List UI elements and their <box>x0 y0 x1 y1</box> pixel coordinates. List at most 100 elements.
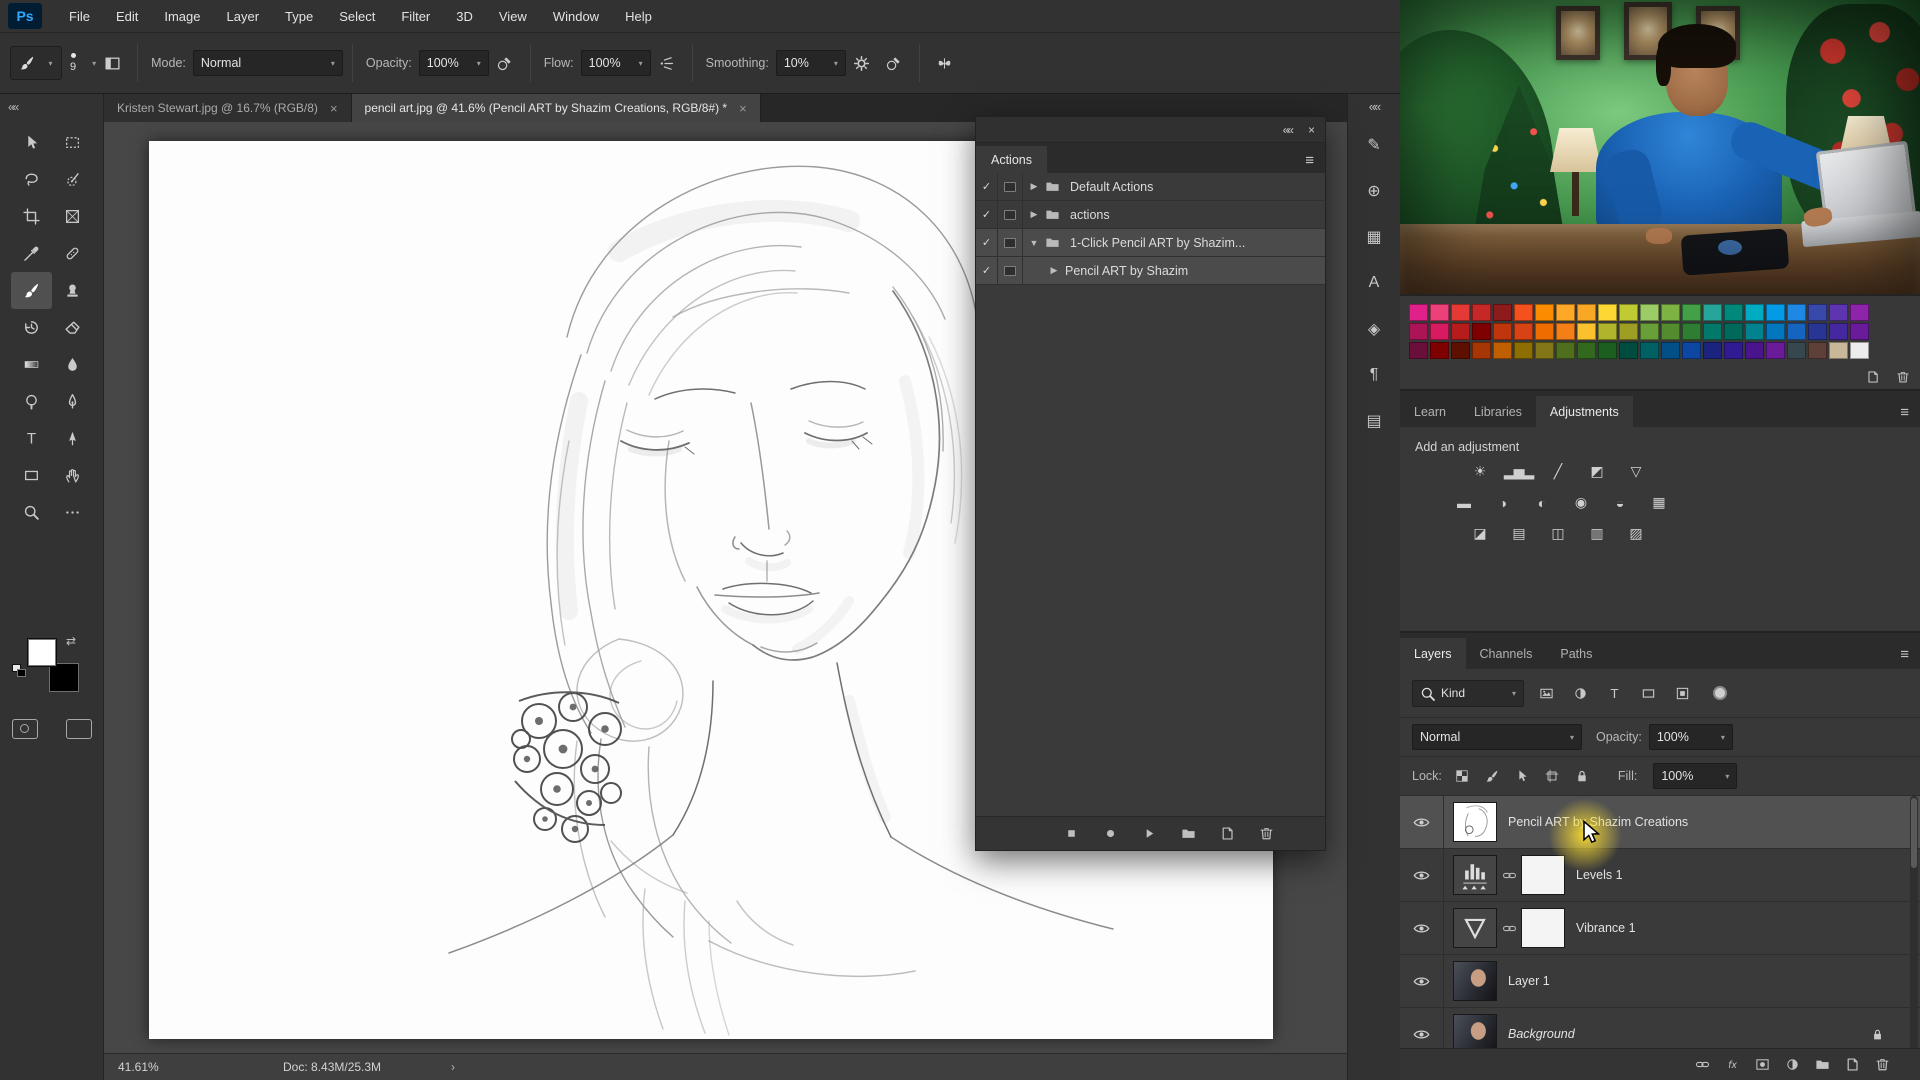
color-swatch[interactable] <box>1724 323 1743 340</box>
new-group-icon[interactable] <box>1815 1057 1830 1072</box>
new-layer-icon[interactable] <box>1845 1057 1860 1072</box>
close-tab-icon[interactable]: × <box>739 101 747 116</box>
delete-layer-icon[interactable] <box>1875 1057 1890 1072</box>
color-swatch[interactable] <box>1598 342 1617 359</box>
color-swatch[interactable] <box>1745 342 1764 359</box>
visibility-eye-icon[interactable] <box>1400 796 1444 848</box>
layer-opacity-select[interactable]: 100%▾ <box>1649 724 1733 750</box>
pressure-size-icon[interactable] <box>878 48 910 78</box>
toggle-brush-panel-button[interactable] <box>96 48 128 78</box>
filter-adjustment-icon[interactable] <box>1567 681 1594 706</box>
color-swatch[interactable] <box>1640 304 1659 321</box>
frame-tool[interactable] <box>52 198 93 235</box>
action-check-icon[interactable]: ✓ <box>976 257 998 284</box>
layer-mask-thumbnail[interactable] <box>1521 908 1565 948</box>
color-swatch[interactable] <box>1409 342 1428 359</box>
color-swatch[interactable] <box>1787 342 1806 359</box>
filter-shape-icon[interactable] <box>1635 681 1662 706</box>
color-swatch[interactable] <box>1829 342 1848 359</box>
color-swatch[interactable] <box>1514 342 1533 359</box>
tool-preset-dropdown[interactable]: ▾ <box>10 46 62 80</box>
color-swatch[interactable] <box>1661 323 1680 340</box>
healing-tool[interactable] <box>52 235 93 272</box>
expand-arrow-icon[interactable]: ▶ <box>1023 209 1045 220</box>
action-check-icon[interactable]: ✓ <box>976 201 998 228</box>
crop-tool[interactable] <box>11 198 52 235</box>
layer-thumbnail[interactable] <box>1453 1014 1497 1050</box>
color-swatch[interactable] <box>1577 342 1596 359</box>
layer-row-pencil-art[interactable]: Pencil ART by Shazim Creations <box>1400 796 1920 849</box>
visibility-eye-icon[interactable] <box>1400 902 1444 954</box>
selective-color-adjustment-icon[interactable]: ▨ <box>1622 522 1649 545</box>
action-set-row[interactable]: ✓ ▶ Default Actions <box>976 173 1325 201</box>
color-swatch[interactable] <box>1850 304 1869 321</box>
delete-swatch-icon[interactable] <box>1896 370 1910 384</box>
layer-row-background[interactable]: Background <box>1400 1008 1920 1050</box>
color-swatch[interactable] <box>1808 304 1827 321</box>
hue-saturation-adjustment-icon[interactable]: ▬ <box>1450 491 1477 514</box>
color-swatch[interactable] <box>1661 342 1680 359</box>
color-swatch[interactable] <box>1409 304 1428 321</box>
pressure-opacity-icon[interactable] <box>489 48 521 78</box>
color-swatch[interactable] <box>1493 304 1512 321</box>
pen-tool[interactable] <box>52 383 93 420</box>
filter-image-icon[interactable] <box>1533 681 1560 706</box>
curves-adjustment-icon[interactable]: ╱ <box>1544 460 1571 483</box>
menu-item-type[interactable]: Type <box>272 0 326 33</box>
color-swatch[interactable] <box>1808 323 1827 340</box>
link-layers-icon[interactable] <box>1695 1057 1710 1072</box>
color-swatch[interactable] <box>1682 323 1701 340</box>
close-tab-icon[interactable]: × <box>330 101 338 116</box>
color-swatch[interactable] <box>1850 342 1869 359</box>
color-swatch[interactable] <box>1472 323 1491 340</box>
color-swatch[interactable] <box>1556 323 1575 340</box>
color-swatch[interactable] <box>1430 323 1449 340</box>
marquee-tool[interactable] <box>52 124 93 161</box>
move-tool[interactable] <box>11 124 52 161</box>
path-selection-tool[interactable] <box>52 420 93 457</box>
action-row-selected[interactable]: ✓ ▶ Pencil ART by Shazim <box>976 257 1325 285</box>
type-tool[interactable]: T <box>11 420 52 457</box>
opacity-select[interactable]: 100%▾ <box>419 50 489 76</box>
document-tab-active[interactable]: pencil art.jpg @ 41.6% (Pencil ART by Sh… <box>352 94 761 122</box>
add-mask-icon[interactable] <box>1755 1057 1770 1072</box>
brush-tool[interactable] <box>11 272 52 309</box>
color-balance-adjustment-icon[interactable]: ◑ <box>1489 491 1516 514</box>
tab-channels[interactable]: Channels <box>1466 638 1547 669</box>
channel-mixer-adjustment-icon[interactable]: ◒ <box>1606 491 1633 514</box>
tab-learn[interactable]: Learn <box>1400 396 1460 427</box>
paragraph-panel-icon[interactable]: ¶ <box>1348 352 1401 398</box>
tab-actions[interactable]: Actions <box>976 146 1047 173</box>
menu-item-view[interactable]: View <box>486 0 540 33</box>
panel-menu-icon[interactable]: ≡ <box>1305 152 1314 173</box>
color-swatch[interactable] <box>1745 304 1764 321</box>
clone-source-panel-icon[interactable]: ⊕ <box>1348 168 1401 214</box>
fill-select[interactable]: 100%▾ <box>1653 763 1737 789</box>
color-swatch[interactable] <box>1472 304 1491 321</box>
lasso-tool[interactable] <box>11 161 52 198</box>
brush-preset-picker[interactable]: 9 <box>70 53 76 73</box>
action-dialog-toggle[interactable] <box>998 201 1023 228</box>
panel-menu-icon[interactable]: ≡ <box>1900 404 1909 427</box>
color-swatch[interactable] <box>1724 342 1743 359</box>
menu-item-3d[interactable]: 3D <box>443 0 486 33</box>
dodge-tool[interactable] <box>11 383 52 420</box>
brightness-contrast-adjustment-icon[interactable]: ☀ <box>1466 460 1493 483</box>
color-swatch[interactable] <box>1850 323 1869 340</box>
blur-tool[interactable] <box>52 346 93 383</box>
color-swatch[interactable] <box>1493 342 1512 359</box>
3d-panel-icon[interactable]: ◈ <box>1348 306 1401 352</box>
begin-recording-icon[interactable] <box>1103 826 1118 841</box>
action-dialog-toggle[interactable] <box>998 229 1023 256</box>
color-swatch[interactable] <box>1409 323 1428 340</box>
libraries-panel-icon[interactable]: ▤ <box>1348 398 1401 444</box>
color-swatch[interactable] <box>1787 304 1806 321</box>
color-swatch[interactable] <box>1703 323 1722 340</box>
levels-adjustment-icon[interactable] <box>1453 855 1497 895</box>
levels-adjustment-icon[interactable]: ▂▅▂ <box>1505 460 1532 483</box>
layer-name[interactable]: Levels 1 <box>1576 868 1623 882</box>
default-colors-icon[interactable] <box>12 664 26 677</box>
lock-lock-icon[interactable] <box>1571 765 1593 787</box>
color-swatch[interactable] <box>1535 323 1554 340</box>
layer-row-layer1[interactable]: Layer 1 <box>1400 955 1920 1008</box>
